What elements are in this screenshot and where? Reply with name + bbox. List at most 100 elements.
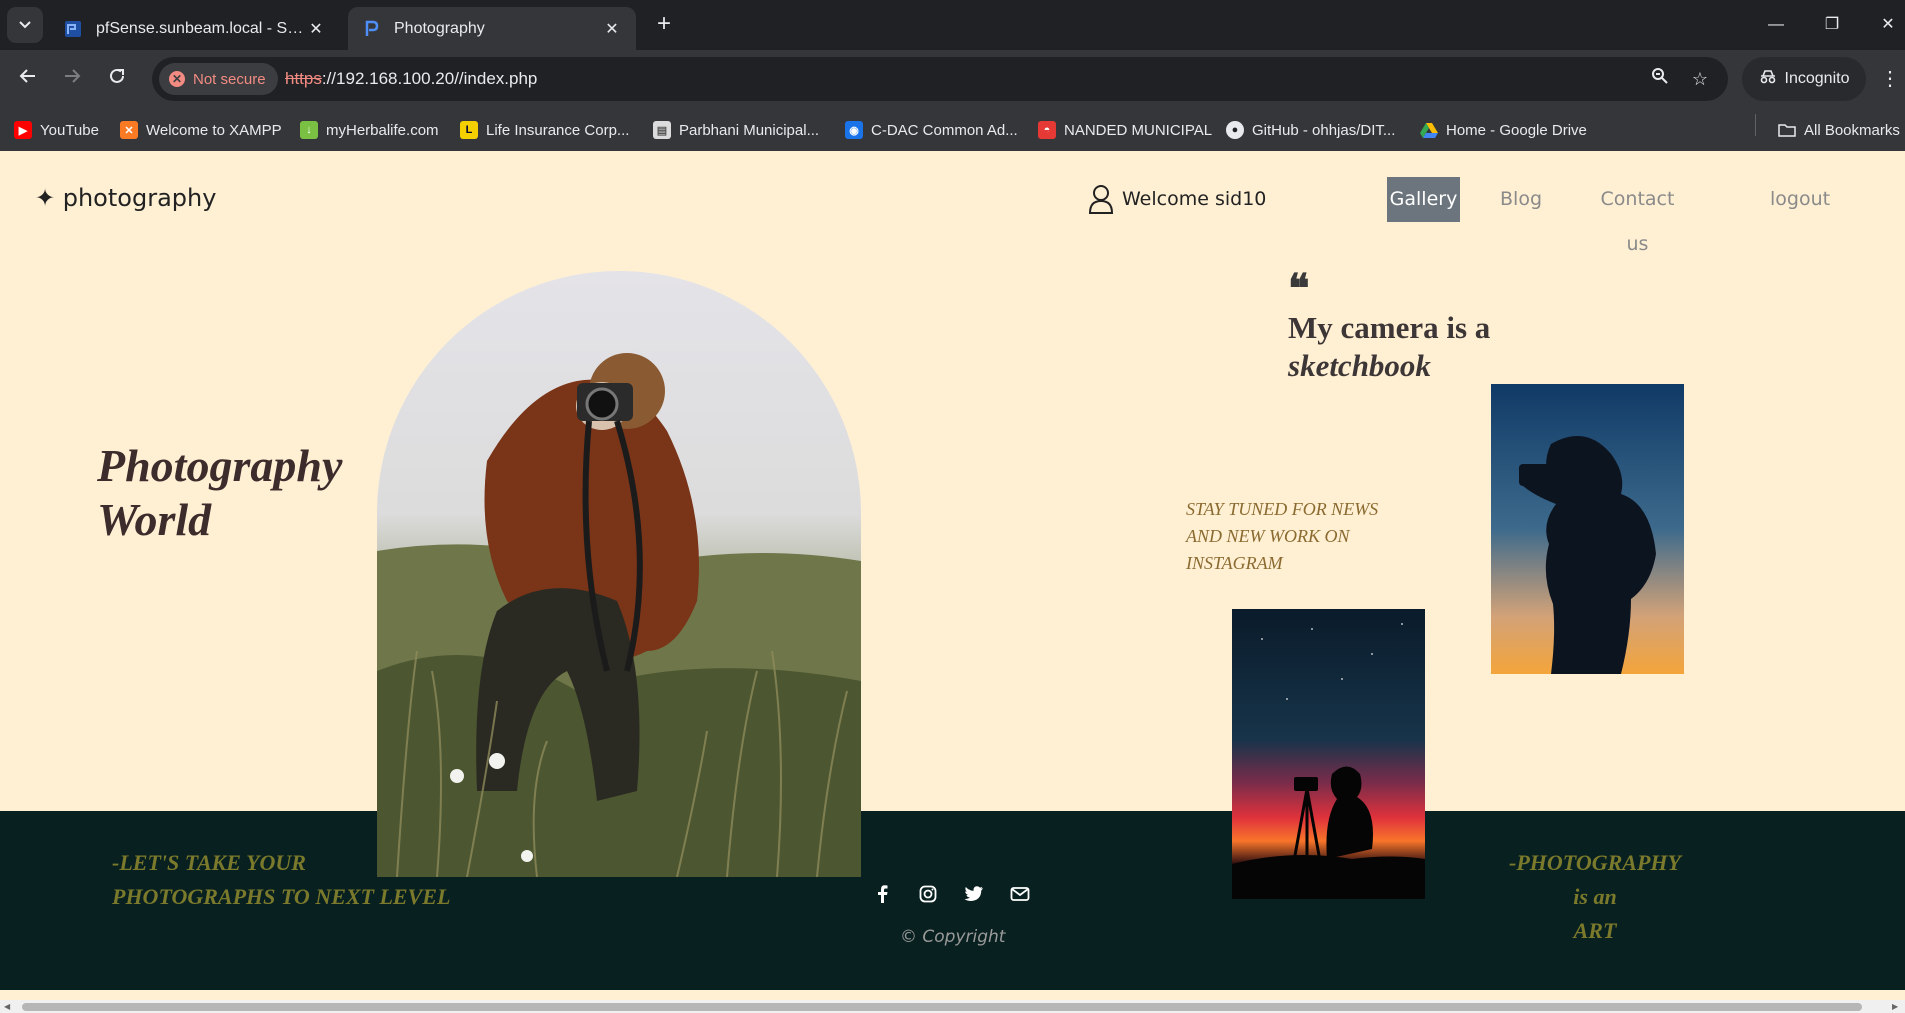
copyright-text: © Copyright bbox=[900, 927, 1006, 947]
tab-title: Photography bbox=[394, 19, 485, 37]
cdac-icon: ◉ bbox=[845, 121, 863, 139]
google-drive-icon bbox=[1420, 121, 1438, 139]
address-bar[interactable]: ✕ Not secure https://192.168.100.20//ind… bbox=[152, 57, 1728, 101]
bookmark-label: myHerbalife.com bbox=[326, 121, 439, 139]
tab-strip: pfSense.sunbeam.local - Status ✕ Photogr… bbox=[0, 0, 1905, 50]
bookmark-label: NANDED MUNICIPAL bbox=[1064, 121, 1213, 139]
all-bookmarks[interactable]: All Bookmarks bbox=[1778, 119, 1900, 141]
nav-gallery[interactable]: Gallery bbox=[1387, 177, 1460, 222]
restore-icon[interactable]: ❐ bbox=[1814, 10, 1850, 40]
zoom-icon[interactable] bbox=[1648, 67, 1672, 91]
bookmark-github[interactable]: ● GitHub - ohhjas/DIT... bbox=[1226, 119, 1395, 141]
footer-line: -PHOTOGRAPHY bbox=[1509, 850, 1681, 875]
lic-icon: L bbox=[460, 121, 478, 139]
quote-text: My camera is a sketchbook bbox=[1288, 309, 1490, 385]
url-scheme: https bbox=[285, 69, 322, 88]
bookmark-separator bbox=[1755, 114, 1756, 136]
pfsense-icon bbox=[64, 20, 82, 38]
bookmark-youtube[interactable]: ▶ YouTube bbox=[14, 119, 99, 141]
tab-search-button[interactable] bbox=[7, 7, 43, 43]
bookmark-cdac[interactable]: ◉ C-DAC Common Ad... bbox=[845, 119, 1018, 141]
nav-logout[interactable]: logout bbox=[1770, 177, 1830, 222]
bookmark-label: Life Insurance Corp... bbox=[486, 121, 630, 139]
photography-favicon bbox=[362, 20, 380, 38]
bookmark-parbhani[interactable]: ▤ Parbhani Municipal... bbox=[653, 119, 819, 141]
bookmark-label: C-DAC Common Ad... bbox=[871, 121, 1018, 139]
close-icon[interactable]: ✕ bbox=[602, 19, 622, 39]
hero-title: Photography World bbox=[97, 439, 342, 547]
instagram-icon[interactable] bbox=[916, 882, 940, 906]
incognito-button[interactable]: Incognito bbox=[1742, 57, 1866, 101]
quote-line-italic: sketchbook bbox=[1288, 348, 1431, 383]
bookmark-nanded[interactable]: ◓ NANDED MUNICIPAL bbox=[1038, 119, 1212, 141]
all-bookmarks-label: All Bookmarks bbox=[1804, 121, 1900, 139]
tab-title: pfSense.sunbeam.local - Status bbox=[96, 19, 306, 37]
horizontal-scrollbar[interactable]: ◀ ▶ bbox=[0, 1000, 1905, 1013]
page-content: ✦ photography Welcome sid10 Gallery Blog… bbox=[0, 151, 1905, 1000]
hero-photo bbox=[377, 271, 861, 877]
folder-icon bbox=[1778, 121, 1796, 139]
security-chip-label: Not secure bbox=[193, 70, 266, 88]
footer-line: is an bbox=[1573, 884, 1617, 909]
incognito-icon bbox=[1759, 69, 1777, 89]
nav-contact[interactable]: Contact us bbox=[1595, 177, 1680, 255]
tab-photography[interactable]: Photography ✕ bbox=[348, 7, 636, 50]
xampp-icon: ✕ bbox=[120, 121, 138, 139]
more-menu-icon[interactable]: ⋮ bbox=[1880, 63, 1900, 95]
silhouette-photo bbox=[1491, 384, 1684, 674]
bookmark-xampp[interactable]: ✕ Welcome to XAMPP bbox=[120, 119, 282, 141]
security-chip[interactable]: ✕ Not secure bbox=[159, 63, 278, 95]
chevron-down-icon bbox=[19, 21, 31, 29]
github-icon: ● bbox=[1226, 121, 1244, 139]
star-icon[interactable]: ☆ bbox=[1688, 67, 1712, 91]
minimize-icon[interactable]: — bbox=[1758, 10, 1794, 40]
document-icon: ▤ bbox=[653, 121, 671, 139]
new-tab-button[interactable]: + bbox=[650, 11, 678, 39]
browser-chrome: pfSense.sunbeam.local - Status ✕ Photogr… bbox=[0, 0, 1905, 151]
hero-title-line: World bbox=[97, 494, 212, 545]
bookmark-label: GitHub - ohhjas/DIT... bbox=[1252, 121, 1396, 139]
bookmarks-bar: ▶ YouTube ✕ Welcome to XAMPP ↓ myHerbali… bbox=[0, 108, 1905, 151]
twitter-icon[interactable] bbox=[962, 882, 986, 906]
bookmark-label: Home - Google Drive bbox=[1446, 121, 1587, 139]
welcome-user: Welcome sid10 bbox=[1088, 184, 1266, 214]
welcome-text: Welcome sid10 bbox=[1122, 188, 1267, 210]
footer: -LET'S TAKE YOUR PHOTOGRAPHS TO NEXT LEV… bbox=[0, 811, 1905, 990]
bookmark-google-drive[interactable]: Home - Google Drive bbox=[1420, 119, 1587, 141]
facebook-icon[interactable] bbox=[870, 882, 894, 906]
toolbar: ✕ Not secure https://192.168.100.20//ind… bbox=[0, 50, 1905, 108]
close-window-icon[interactable]: ✕ bbox=[1870, 10, 1905, 40]
envelope-icon[interactable] bbox=[1008, 882, 1032, 906]
bookmark-lic[interactable]: L Life Insurance Corp... bbox=[460, 119, 629, 141]
social-links bbox=[870, 882, 1032, 906]
forward-icon[interactable] bbox=[56, 63, 88, 95]
footer-tagline-right: -PHOTOGRAPHY is an ART bbox=[1490, 846, 1700, 948]
user-icon bbox=[1088, 185, 1114, 214]
scroll-left-icon[interactable]: ◀ bbox=[4, 1002, 14, 1012]
nanded-icon: ◓ bbox=[1038, 121, 1056, 139]
warning-icon: ✕ bbox=[169, 71, 185, 87]
nav-blog[interactable]: Blog bbox=[1500, 177, 1542, 222]
herbalife-icon: ↓ bbox=[300, 121, 318, 139]
quote-icon: ❝ bbox=[1288, 266, 1310, 311]
bookmark-herbalife[interactable]: ↓ myHerbalife.com bbox=[300, 119, 439, 141]
url-path: ://192.168.100.20//index.php bbox=[321, 69, 538, 88]
close-icon[interactable]: ✕ bbox=[306, 19, 326, 39]
hero-title-line: Photography bbox=[97, 440, 343, 491]
bookmark-label: Parbhani Municipal... bbox=[679, 121, 820, 139]
incognito-label: Incognito bbox=[1784, 70, 1850, 87]
tab-pfsense[interactable]: pfSense.sunbeam.local - Status ✕ bbox=[50, 7, 340, 50]
url-text[interactable]: https://192.168.100.20//index.php bbox=[285, 69, 537, 89]
footer-line: PHOTOGRAPHS TO NEXT LEVEL bbox=[112, 884, 451, 909]
reload-icon[interactable] bbox=[101, 63, 133, 95]
footer-line: ART bbox=[1573, 918, 1617, 943]
bookmark-label: Welcome to XAMPP bbox=[146, 121, 282, 139]
back-icon[interactable] bbox=[12, 63, 44, 95]
youtube-icon: ▶ bbox=[14, 121, 32, 139]
bookmark-label: YouTube bbox=[40, 121, 99, 139]
scroll-right-icon[interactable]: ▶ bbox=[1892, 1002, 1902, 1012]
night-sky-photo bbox=[1232, 609, 1425, 899]
brand-logo[interactable]: ✦ photography bbox=[35, 184, 216, 212]
stay-tuned-text: STAY TUNED FOR NEWS AND NEW WORK ON INST… bbox=[1186, 499, 1379, 573]
scrollbar-thumb[interactable] bbox=[22, 1003, 1862, 1011]
